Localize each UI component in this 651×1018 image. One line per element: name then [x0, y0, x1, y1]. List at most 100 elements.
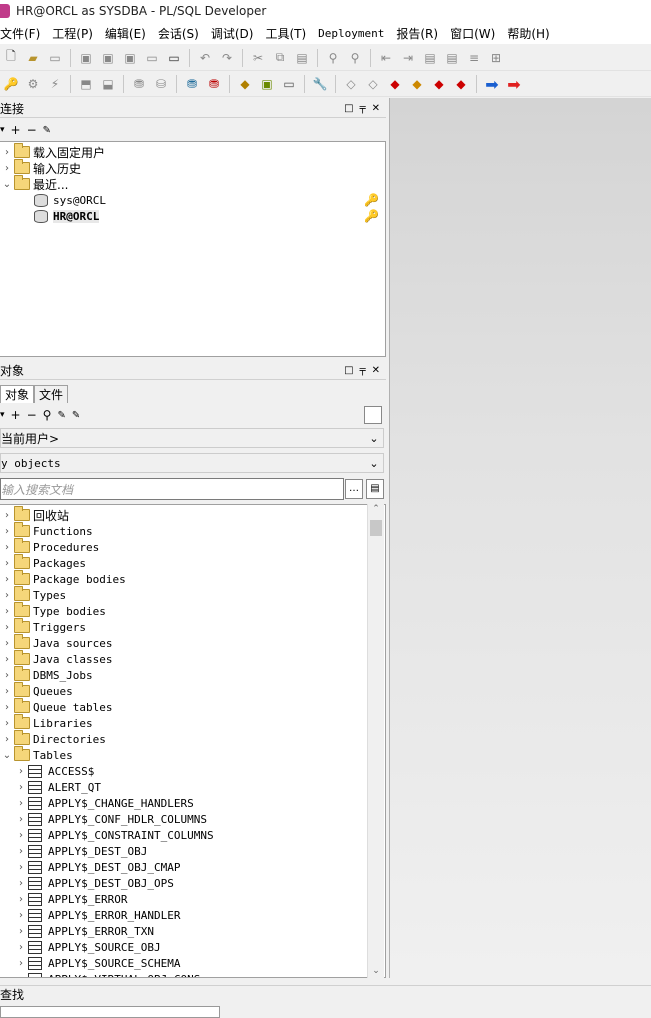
menu-session[interactable]: 会话(S) — [158, 25, 199, 42]
chevron-right-icon[interactable]: › — [2, 163, 12, 174]
close-icon[interactable]: ✕ — [372, 103, 380, 114]
menu-window[interactable]: 窗口(W) — [450, 25, 495, 42]
bookmark-next-icon[interactable]: ◆ — [430, 75, 448, 93]
bookmark-prev-icon[interactable]: ◆ — [452, 75, 470, 93]
tree-item-history[interactable]: › 输入历史 — [2, 159, 81, 176]
chevron-right-icon[interactable]: › — [2, 574, 12, 585]
browse-button[interactable]: … — [345, 479, 363, 499]
tree-folder[interactable]: › 回收站 — [2, 506, 69, 523]
chevron-right-icon[interactable]: › — [2, 622, 12, 633]
close-icon[interactable]: ✕ — [372, 365, 380, 376]
menu-project[interactable]: 工程(P) — [52, 25, 93, 42]
table-item[interactable]: › ACCESS$ — [16, 763, 94, 779]
connection-hr[interactable]: HR@ORCL — [34, 208, 100, 224]
table-item[interactable]: › APPLY$_ERROR_HANDLER — [16, 907, 180, 923]
bookmark-yellow-icon[interactable]: ◆ — [408, 75, 426, 93]
chevron-right-icon[interactable]: › — [16, 862, 26, 873]
table-item[interactable]: › APPLY$_VIRTUAL_OBJ_CONS — [16, 971, 200, 978]
copy-icon[interactable]: ⧉ — [271, 49, 289, 67]
sql-window-icon[interactable]: ⛃ — [130, 75, 148, 93]
remove-icon[interactable]: − — [27, 408, 37, 422]
chevron-right-icon[interactable]: › — [16, 782, 26, 793]
search-input[interactable]: 输入搜索文档 — [0, 478, 344, 500]
add-icon[interactable]: + — [11, 123, 21, 137]
menu-debug[interactable]: 调试(D) — [211, 25, 254, 42]
tree-folder[interactable]: › Type bodies — [2, 602, 106, 619]
command-window-icon[interactable]: ⛁ — [152, 75, 170, 93]
table-item[interactable]: › APPLY$_CONSTRAINT_COLUMNS — [16, 827, 214, 843]
wrench-icon[interactable]: 🔧 — [311, 75, 329, 93]
table-item[interactable]: › APPLY$_DEST_OBJ_OPS — [16, 875, 174, 891]
remove-icon[interactable]: − — [27, 123, 37, 137]
add-icon[interactable]: + — [11, 408, 21, 422]
menu-file[interactable]: 文件(F) — [0, 25, 40, 42]
find-icon[interactable]: ⚲ — [324, 49, 342, 67]
tree-folder[interactable]: › Java classes — [2, 650, 112, 667]
cut-icon[interactable]: ✂ — [249, 49, 267, 67]
vertical-scrollbar[interactable]: ⌃ ⌄ — [367, 504, 384, 978]
chevron-right-icon[interactable]: › — [2, 590, 12, 601]
replace-icon[interactable]: ⚲ — [346, 49, 364, 67]
properties-icon[interactable]: ✎ — [43, 125, 51, 136]
menu-edit[interactable]: 编辑(E) — [105, 25, 146, 42]
chevron-right-icon[interactable]: › — [16, 974, 26, 978]
table-item[interactable]: › APPLY$_CONF_HDLR_COLUMNS — [16, 811, 207, 827]
indent-icon[interactable]: ⇤ — [377, 49, 395, 67]
rollback-icon[interactable]: ⬓ — [99, 75, 117, 93]
toggle-box[interactable] — [364, 406, 382, 424]
chevron-right-icon[interactable]: › — [2, 542, 12, 553]
float-icon[interactable]: □ — [344, 365, 353, 376]
save-as-icon[interactable]: ▣ — [99, 49, 117, 67]
chevron-right-icon[interactable]: › — [16, 942, 26, 953]
uncomment-icon[interactable]: ▤ — [443, 49, 461, 67]
chevron-right-icon[interactable]: › — [16, 814, 26, 825]
execute-icon[interactable]: ⚡ — [46, 75, 64, 93]
comment-icon[interactable]: ▤ — [421, 49, 439, 67]
find-input[interactable] — [0, 1006, 220, 1018]
tree-folder[interactable]: › Package bodies — [2, 570, 126, 587]
tree-folder[interactable]: › Types — [2, 586, 66, 603]
pin-icon[interactable]: ╤ — [360, 365, 366, 376]
chevron-down-icon[interactable]: ⌄ — [2, 179, 12, 190]
chevron-right-icon[interactable]: › — [2, 606, 12, 617]
tree-item-recent[interactable]: ⌄ 最近... — [2, 175, 68, 192]
menu-help[interactable]: 帮助(H) — [507, 25, 549, 42]
filter-icon[interactable]: ✎ — [57, 410, 65, 421]
tab-files[interactable]: 文件 — [34, 385, 69, 403]
clear-icon[interactable]: ◇ — [364, 75, 382, 93]
table-item[interactable]: › APPLY$_DEST_OBJ_CMAP — [16, 859, 180, 875]
chevron-right-icon[interactable]: › — [2, 686, 12, 697]
tree-folder[interactable]: › Triggers — [2, 618, 86, 635]
tree-folder[interactable]: › Procedures — [2, 538, 99, 555]
tree-folder[interactable]: › Functions — [2, 522, 93, 539]
database-icon[interactable]: ⛃ — [183, 75, 201, 93]
menu-tools[interactable]: 工具(T) — [265, 25, 306, 42]
chevron-right-icon[interactable]: › — [16, 766, 26, 777]
database-red-icon[interactable]: ⛃ — [205, 75, 223, 93]
chevron-right-icon[interactable]: › — [2, 526, 12, 537]
print-setup-icon[interactable]: ▭ — [165, 49, 183, 67]
tree-folder[interactable]: › Queues — [2, 682, 73, 699]
key-icon[interactable]: 🔑 — [364, 208, 379, 224]
unindent-icon[interactable]: ⇥ — [399, 49, 417, 67]
open-icon[interactable]: ▰ — [24, 49, 42, 67]
chevron-icon[interactable]: ▾ — [0, 410, 5, 420]
key-icon[interactable]: 🔑 — [364, 192, 379, 208]
split-icon[interactable]: ⊞ — [487, 49, 505, 67]
arrow-right-blue-icon[interactable]: ➡ — [483, 75, 501, 94]
paste-icon[interactable]: ▤ — [293, 49, 311, 67]
tree-folder[interactable]: › Directories — [2, 730, 106, 747]
bookmark-red-icon[interactable]: ◆ — [386, 75, 404, 93]
chevron-right-icon[interactable]: › — [2, 702, 12, 713]
eraser-icon[interactable]: ◇ — [342, 75, 360, 93]
chevron-right-icon[interactable]: › — [2, 638, 12, 649]
tree-folder[interactable]: ⌄ Tables — [2, 746, 73, 763]
table-item[interactable]: › APPLY$_SOURCE_OBJ — [16, 939, 161, 955]
tree-folder[interactable]: › DBMS_Jobs — [2, 666, 93, 683]
table-item[interactable]: › APPLY$_ERROR_TXN — [16, 923, 154, 939]
search-options-button[interactable]: ▤ — [366, 479, 384, 499]
tree-folder[interactable]: › Packages — [2, 554, 86, 571]
scroll-down-icon[interactable]: ⌄ — [368, 966, 384, 976]
table-item[interactable]: › APPLY$_ERROR — [16, 891, 127, 907]
redo-icon[interactable]: ↷ — [218, 49, 236, 67]
